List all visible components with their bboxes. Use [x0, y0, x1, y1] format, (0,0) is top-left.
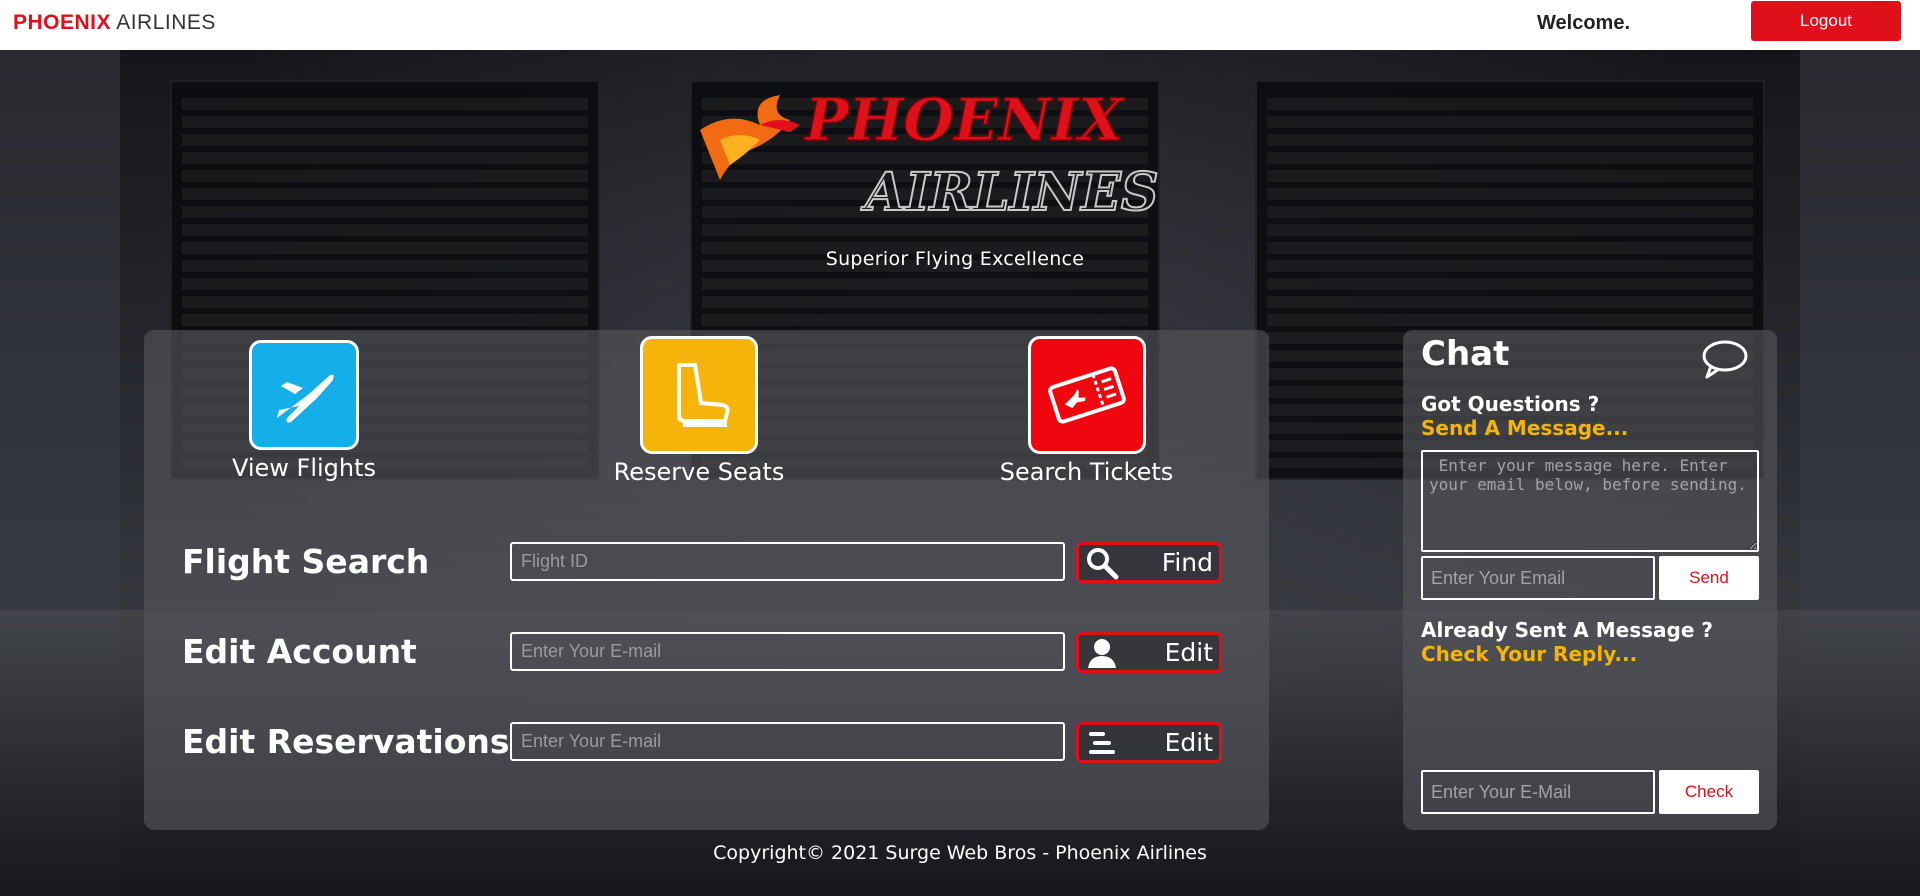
phoenix-airlines-logo: PHOENIX AIRLINES — [690, 70, 1190, 270]
ticket-icon — [1047, 366, 1126, 424]
chat-email-input[interactable] — [1421, 556, 1655, 600]
reserve-seats-button[interactable] — [640, 336, 758, 454]
view-flights-button[interactable] — [249, 340, 359, 450]
view-flights-label: View Flights — [231, 454, 377, 482]
footer-copyright: Copyright© 2021 Surge Web Bros - Phoenix… — [713, 842, 1207, 864]
search-tickets-button[interactable] — [1027, 336, 1146, 454]
speech-bubble-icon — [1702, 340, 1748, 379]
edit-account-row: Edit Account Edit — [182, 632, 1222, 676]
already-sent-text: Already Sent A Message ? — [1421, 618, 1713, 642]
got-questions-text: Got Questions ? — [1421, 392, 1600, 416]
logo-text-phoenix: PHOENIX — [803, 86, 1125, 154]
chat-title: Chat — [1421, 334, 1510, 374]
check-reply-link[interactable]: Check Your Reply... — [1421, 642, 1637, 666]
search-tickets-label: Search Tickets — [999, 458, 1174, 486]
welcome-text: Welcome. — [1537, 12, 1630, 34]
edit-reservations-button[interactable]: Edit — [1076, 722, 1222, 763]
main-panel: View Flights Reserve Seats Search Ticket… — [144, 330, 1269, 830]
search-icon — [1087, 547, 1119, 579]
reserve-seats-label: Reserve Seats — [613, 458, 785, 486]
edit-reservations-button-label: Edit — [1164, 728, 1213, 757]
find-button-label: Find — [1161, 548, 1213, 577]
chat-message-input[interactable] — [1421, 450, 1759, 552]
view-flights-tile[interactable]: View Flights — [204, 340, 404, 482]
send-message-link[interactable]: Send A Message... — [1421, 416, 1628, 440]
phoenix-bird-icon — [700, 95, 800, 180]
logout-button[interactable]: Logout — [1751, 1, 1901, 41]
user-icon — [1088, 638, 1116, 668]
seat-icon — [677, 363, 730, 427]
airplane-icon — [277, 374, 334, 423]
flight-search-row: Flight Search Find — [182, 542, 1222, 586]
chat-panel: Chat Got Questions ? Send A Message... S… — [1403, 330, 1777, 830]
top-navbar: PHOENIX AIRLINES Welcome. Logout — [0, 0, 1920, 50]
logo-text-airlines: AIRLINES — [860, 162, 1159, 223]
flight-id-input[interactable] — [510, 542, 1065, 581]
tagline: Superior Flying Excellence — [825, 248, 1085, 270]
edit-account-label: Edit Account — [182, 632, 417, 671]
find-button[interactable]: Find — [1076, 542, 1222, 583]
edit-account-button[interactable]: Edit — [1076, 632, 1222, 673]
list-icon — [1089, 731, 1115, 754]
check-button[interactable]: Check — [1659, 770, 1759, 814]
send-button[interactable]: Send — [1659, 556, 1759, 600]
edit-reservations-row: Edit Reservations Edit — [182, 722, 1222, 766]
edit-account-button-label: Edit — [1164, 638, 1213, 667]
edit-reservations-label: Edit Reservations — [182, 722, 510, 761]
check-email-input[interactable] — [1421, 770, 1655, 814]
search-tickets-tile[interactable]: Search Tickets — [979, 336, 1194, 486]
brand-logo[interactable]: PHOENIX AIRLINES — [13, 11, 216, 35]
brand-name-rest: AIRLINES — [116, 11, 216, 34]
reserve-seats-tile[interactable]: Reserve Seats — [594, 336, 804, 486]
reservations-email-input[interactable] — [510, 722, 1065, 761]
account-email-input[interactable] — [510, 632, 1065, 671]
brand-name-bold: PHOENIX — [13, 11, 112, 34]
flight-search-label: Flight Search — [182, 542, 430, 581]
